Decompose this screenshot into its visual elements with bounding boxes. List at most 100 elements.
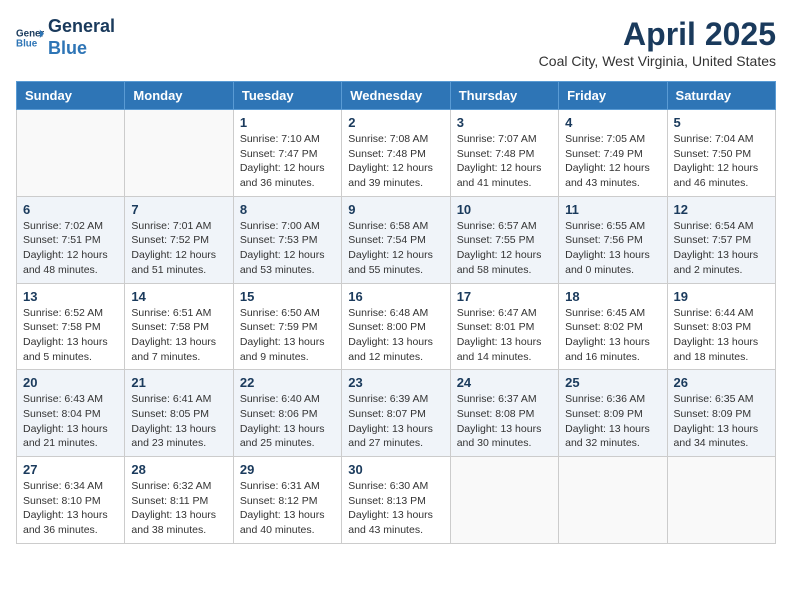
day-info: Sunrise: 6:34 AM Sunset: 8:10 PM Dayligh… [23, 479, 118, 538]
day-info: Sunrise: 6:31 AM Sunset: 8:12 PM Dayligh… [240, 479, 335, 538]
day-info: Sunrise: 6:52 AM Sunset: 7:58 PM Dayligh… [23, 306, 118, 365]
day-number: 15 [240, 289, 335, 304]
day-number: 17 [457, 289, 552, 304]
day-info: Sunrise: 6:48 AM Sunset: 8:00 PM Dayligh… [348, 306, 443, 365]
day-number: 22 [240, 375, 335, 390]
calendar-cell [125, 110, 233, 197]
calendar-cell: 8Sunrise: 7:00 AM Sunset: 7:53 PM Daylig… [233, 196, 341, 283]
page-header: General Blue General Blue April 2025 Coa… [16, 16, 776, 69]
day-number: 11 [565, 202, 660, 217]
calendar-cell: 12 Sunrise: 6:54 AM Sunset: 7:57 PM Dayli… [667, 196, 775, 283]
day-number: 6 [23, 202, 118, 217]
day-number: 10 [457, 202, 552, 217]
day-info: Sunrise: 6:40 AM Sunset: 8:06 PM Dayligh… [240, 392, 335, 451]
day-number: 19 [674, 289, 769, 304]
weekday-header-friday: Friday [559, 82, 667, 110]
day-number: 27 [23, 462, 118, 477]
weekday-header-monday: Monday [125, 82, 233, 110]
day-info: Sunrise: 6:32 AM Sunset: 8:11 PM Dayligh… [131, 479, 226, 538]
calendar-cell: 18 Sunrise: 6:45 AM Sunset: 8:02 PM Dayli… [559, 283, 667, 370]
day-number: 2 [348, 115, 443, 130]
logo-icon: General Blue [16, 24, 44, 52]
day-number: 18 [565, 289, 660, 304]
day-number: 1 [240, 115, 335, 130]
calendar-cell: 13 Sunrise: 6:52 AM Sunset: 7:58 PM Dayli… [17, 283, 125, 370]
calendar-cell: 9 Sunrise: 6:58 AM Sunset: 7:54 PM Daylig… [342, 196, 450, 283]
day-number: 12 [674, 202, 769, 217]
day-number: 4 [565, 115, 660, 130]
calendar-cell: 3 Sunrise: 7:07 AM Sunset: 7:48 PM Daylig… [450, 110, 558, 197]
day-info: Sunrise: 7:07 AM Sunset: 7:48 PM Dayligh… [457, 132, 552, 191]
calendar-cell: 10Sunrise: 6:57 AM Sunset: 7:55 PM Dayli… [450, 196, 558, 283]
calendar-table: SundayMondayTuesdayWednesdayThursdayFrid… [16, 81, 776, 544]
day-info: Sunrise: 6:43 AM Sunset: 8:04 PM Dayligh… [23, 392, 118, 451]
day-info: Sunrise: 7:01 AM Sunset: 7:52 PM Dayligh… [131, 219, 226, 278]
day-info: Sunrise: 6:41 AM Sunset: 8:05 PM Dayligh… [131, 392, 226, 451]
calendar-cell: 21 Sunrise: 6:41 AM Sunset: 8:05 PM Dayli… [125, 370, 233, 457]
calendar-cell: 29 Sunrise: 6:31 AM Sunset: 8:12 PM Dayli… [233, 457, 341, 544]
day-info: Sunrise: 6:51 AM Sunset: 7:58 PM Dayligh… [131, 306, 226, 365]
day-info: Sunrise: 6:39 AM Sunset: 8:07 PM Dayligh… [348, 392, 443, 451]
svg-text:Blue: Blue [16, 38, 38, 49]
weekday-header-wednesday: Wednesday [342, 82, 450, 110]
day-number: 21 [131, 375, 226, 390]
calendar-cell: 11 Sunrise: 6:55 AM Sunset: 7:56 PM Dayli… [559, 196, 667, 283]
calendar-cell [450, 457, 558, 544]
month-title: April 2025 [539, 16, 776, 53]
day-number: 20 [23, 375, 118, 390]
calendar-row-3: 13 Sunrise: 6:52 AM Sunset: 7:58 PM Dayli… [17, 283, 776, 370]
day-number: 23 [348, 375, 443, 390]
calendar-cell [559, 457, 667, 544]
calendar-cell: 25Sunrise: 6:36 AM Sunset: 8:09 PM Dayli… [559, 370, 667, 457]
day-number: 3 [457, 115, 552, 130]
day-info: Sunrise: 6:55 AM Sunset: 7:56 PM Dayligh… [565, 219, 660, 278]
day-info: Sunrise: 7:04 AM Sunset: 7:50 PM Dayligh… [674, 132, 769, 191]
calendar-cell: 6 Sunrise: 7:02 AM Sunset: 7:51 PM Daylig… [17, 196, 125, 283]
day-number: 8 [240, 202, 335, 217]
location: Coal City, West Virginia, United States [539, 53, 776, 69]
day-number: 16 [348, 289, 443, 304]
calendar-cell: 7 Sunrise: 7:01 AM Sunset: 7:52 PM Daylig… [125, 196, 233, 283]
day-info: Sunrise: 7:02 AM Sunset: 7:51 PM Dayligh… [23, 219, 118, 278]
day-info: Sunrise: 6:47 AM Sunset: 8:01 PM Dayligh… [457, 306, 552, 365]
day-info: Sunrise: 6:50 AM Sunset: 7:59 PM Dayligh… [240, 306, 335, 365]
weekday-header-saturday: Saturday [667, 82, 775, 110]
weekday-header-row: SundayMondayTuesdayWednesdayThursdayFrid… [17, 82, 776, 110]
calendar-cell: 30Sunrise: 6:30 AM Sunset: 8:13 PM Dayli… [342, 457, 450, 544]
title-block: April 2025 Coal City, West Virginia, Uni… [539, 16, 776, 69]
calendar-cell: 17 Sunrise: 6:47 AM Sunset: 8:01 PM Dayli… [450, 283, 558, 370]
day-number: 28 [131, 462, 226, 477]
day-number: 13 [23, 289, 118, 304]
day-info: Sunrise: 6:45 AM Sunset: 8:02 PM Dayligh… [565, 306, 660, 365]
weekday-header-sunday: Sunday [17, 82, 125, 110]
day-info: Sunrise: 7:05 AM Sunset: 7:49 PM Dayligh… [565, 132, 660, 191]
day-number: 25 [565, 375, 660, 390]
calendar-cell [667, 457, 775, 544]
calendar-cell: 1Sunrise: 7:10 AM Sunset: 7:47 PM Daylig… [233, 110, 341, 197]
logo-text: General Blue [48, 16, 115, 59]
day-number: 5 [674, 115, 769, 130]
day-info: Sunrise: 6:54 AM Sunset: 7:57 PM Dayligh… [674, 219, 769, 278]
calendar-row-2: 6 Sunrise: 7:02 AM Sunset: 7:51 PM Daylig… [17, 196, 776, 283]
day-number: 9 [348, 202, 443, 217]
logo: General Blue General Blue [16, 16, 115, 59]
calendar-cell: 22 Sunrise: 6:40 AM Sunset: 8:06 PM Dayli… [233, 370, 341, 457]
calendar-row-4: 20 Sunrise: 6:43 AM Sunset: 8:04 PM Dayli… [17, 370, 776, 457]
calendar-cell: 24 Sunrise: 6:37 AM Sunset: 8:08 PM Dayli… [450, 370, 558, 457]
calendar-cell: 28 Sunrise: 6:32 AM Sunset: 8:11 PM Dayli… [125, 457, 233, 544]
calendar-row-5: 27 Sunrise: 6:34 AM Sunset: 8:10 PM Dayli… [17, 457, 776, 544]
day-info: Sunrise: 6:37 AM Sunset: 8:08 PM Dayligh… [457, 392, 552, 451]
day-info: Sunrise: 6:35 AM Sunset: 8:09 PM Dayligh… [674, 392, 769, 451]
calendar-cell: 4 Sunrise: 7:05 AM Sunset: 7:49 PM Daylig… [559, 110, 667, 197]
calendar-cell: 20 Sunrise: 6:43 AM Sunset: 8:04 PM Dayli… [17, 370, 125, 457]
day-info: Sunrise: 6:44 AM Sunset: 8:03 PM Dayligh… [674, 306, 769, 365]
day-number: 29 [240, 462, 335, 477]
calendar-cell: 2 Sunrise: 7:08 AM Sunset: 7:48 PM Daylig… [342, 110, 450, 197]
day-number: 30 [348, 462, 443, 477]
calendar-cell: 16 Sunrise: 6:48 AM Sunset: 8:00 PM Dayli… [342, 283, 450, 370]
weekday-header-tuesday: Tuesday [233, 82, 341, 110]
day-number: 24 [457, 375, 552, 390]
day-info: Sunrise: 6:58 AM Sunset: 7:54 PM Dayligh… [348, 219, 443, 278]
day-info: Sunrise: 7:08 AM Sunset: 7:48 PM Dayligh… [348, 132, 443, 191]
day-number: 7 [131, 202, 226, 217]
